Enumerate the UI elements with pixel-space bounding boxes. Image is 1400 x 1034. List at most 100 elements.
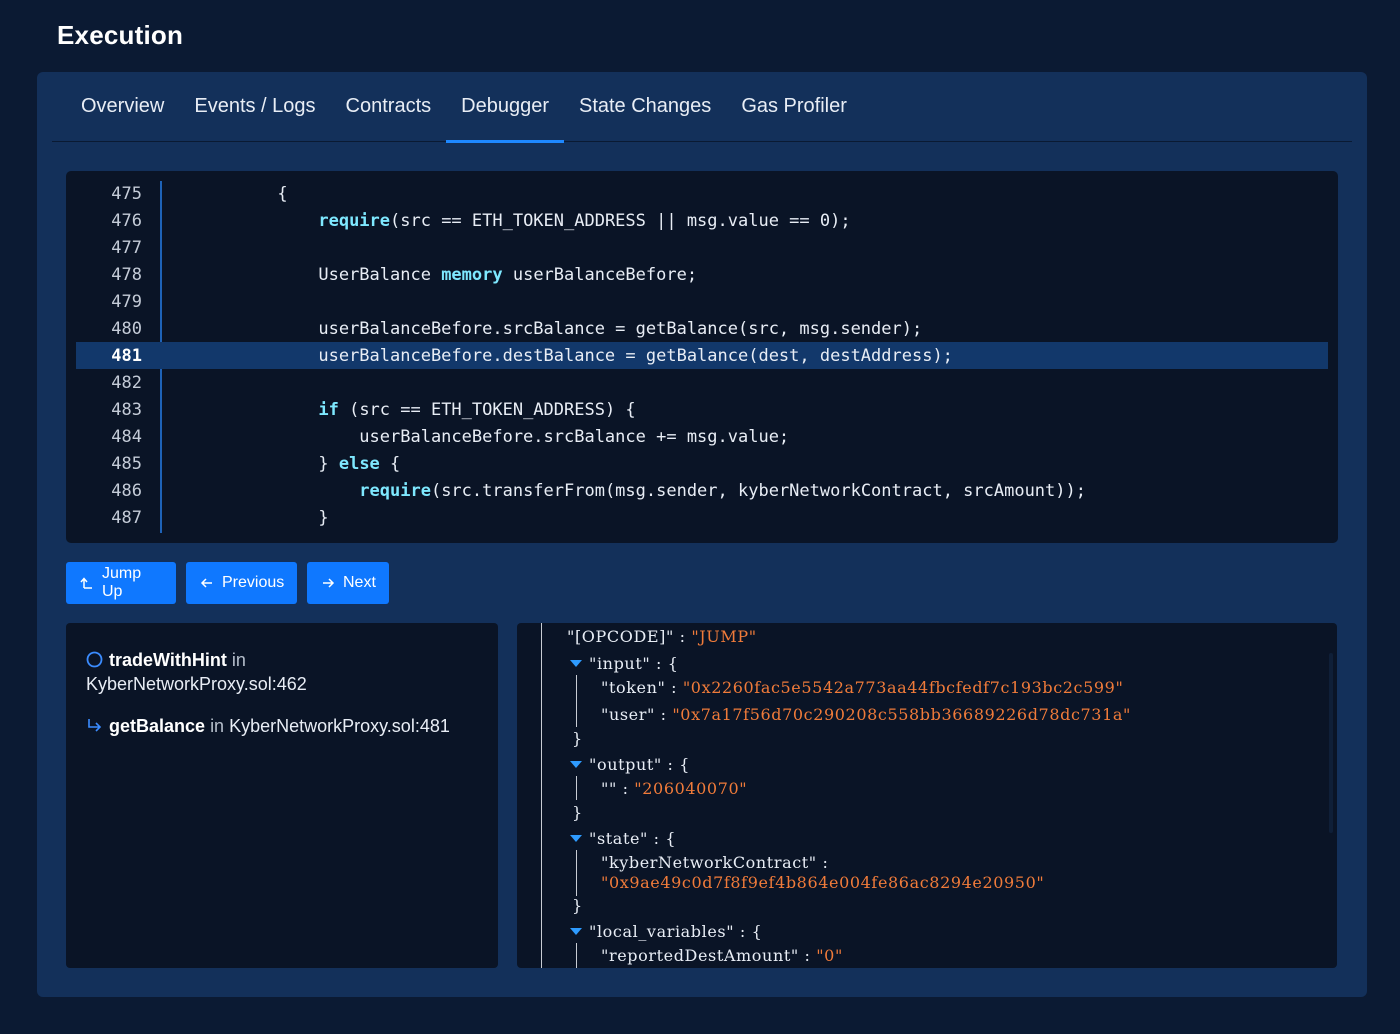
code-line[interactable]: 485 } else { bbox=[76, 450, 1328, 477]
circle-icon bbox=[86, 651, 103, 668]
keyword-token: else bbox=[338, 453, 380, 474]
json-value: "0x9ae49c0d7f8f9ef4b864e004fe86ac8294e20… bbox=[601, 873, 1045, 892]
code-line[interactable]: 483 if (src == ETH_TOKEN_ADDRESS) { bbox=[76, 396, 1328, 423]
line-number[interactable]: 482 bbox=[76, 373, 142, 393]
next-button[interactable]: Next bbox=[307, 562, 389, 604]
collapse-caret-icon[interactable] bbox=[570, 660, 582, 667]
line-number[interactable]: 481 bbox=[76, 346, 142, 366]
keyword-token: require bbox=[359, 480, 431, 501]
json-value: "0x7a17f56d70c290208c558bb36689226d78dc7… bbox=[672, 705, 1131, 724]
code-token: } bbox=[318, 507, 329, 528]
json-key: "local_variables" bbox=[589, 922, 735, 941]
line-number[interactable]: 483 bbox=[76, 400, 142, 420]
line-number[interactable]: 476 bbox=[76, 211, 142, 231]
json-guide-line bbox=[576, 675, 577, 727]
code-token: userBalanceBefore; bbox=[502, 264, 698, 285]
tab-debugger[interactable]: Debugger bbox=[446, 72, 564, 143]
tab-overview[interactable]: Overview bbox=[66, 72, 179, 142]
json-key: "input" bbox=[589, 654, 651, 673]
json-output-value-row: "" : "206040070" bbox=[601, 779, 748, 798]
tab-contracts[interactable]: Contracts bbox=[331, 72, 447, 142]
json-token-row: "token" : "0x2260fac5e5542a773aa44fbcfed… bbox=[601, 678, 1124, 697]
frame-function: getBalance bbox=[109, 716, 206, 736]
collapse-caret-icon[interactable] bbox=[570, 761, 582, 768]
source-code-viewer[interactable]: 475 {476 require(src == ETH_TOKEN_ADDRES… bbox=[66, 171, 1338, 543]
frame-location: KyberNetworkProxy.sol:462 bbox=[86, 674, 307, 694]
code-text: } else { bbox=[142, 454, 400, 474]
code-text: userBalanceBefore.destBalance = getBalan… bbox=[142, 346, 953, 366]
json-value: "JUMP" bbox=[691, 627, 757, 646]
keyword-token: if bbox=[318, 399, 339, 420]
line-number[interactable]: 485 bbox=[76, 454, 142, 474]
page-title: Execution bbox=[57, 20, 184, 50]
code-line[interactable]: 484 userBalanceBefore.srcBalance += msg.… bbox=[76, 423, 1328, 450]
arrow-left-icon bbox=[200, 578, 212, 588]
code-line[interactable]: 480 userBalanceBefore.srcBalance = getBa… bbox=[76, 315, 1328, 342]
code-line[interactable]: 479 bbox=[76, 288, 1328, 315]
keyword-token: memory bbox=[441, 264, 503, 285]
code-text: } bbox=[142, 507, 329, 528]
jump-up-button[interactable]: Jump Up bbox=[66, 562, 176, 604]
code-text: { bbox=[142, 184, 287, 204]
json-guide-line bbox=[576, 776, 577, 800]
code-line[interactable]: 477 bbox=[76, 234, 1328, 261]
code-line[interactable]: 487 } bbox=[76, 504, 1328, 531]
code-line[interactable]: 475 { bbox=[76, 180, 1328, 207]
json-close-brace: } bbox=[572, 803, 583, 822]
tab-state-changes[interactable]: State Changes bbox=[564, 72, 726, 142]
code-text: userBalanceBefore.srcBalance = getBalanc… bbox=[142, 319, 922, 339]
code-line[interactable]: 482 bbox=[76, 369, 1328, 396]
json-close-brace: } bbox=[572, 729, 583, 748]
code-text: require(src == ETH_TOKEN_ADDRESS || msg.… bbox=[142, 211, 850, 231]
next-label: Next bbox=[343, 574, 376, 591]
code-token: userBalanceBefore.destBalance = getBalan… bbox=[318, 345, 953, 366]
line-number[interactable]: 479 bbox=[76, 292, 142, 312]
collapse-caret-icon[interactable] bbox=[570, 835, 582, 842]
line-number[interactable]: 487 bbox=[76, 508, 142, 528]
json-key: "state" bbox=[589, 829, 648, 848]
code-text: userBalanceBefore.srcBalance += msg.valu… bbox=[142, 427, 789, 447]
arrow-right-icon bbox=[323, 578, 335, 588]
json-key: "[OPCODE]" bbox=[567, 627, 674, 646]
collapse-caret-icon[interactable] bbox=[570, 928, 582, 935]
code-text: UserBalance memory userBalanceBefore; bbox=[142, 265, 697, 285]
line-number[interactable]: 484 bbox=[76, 427, 142, 447]
tab-gas-profiler[interactable]: Gas Profiler bbox=[726, 72, 862, 142]
code-token: (src.transferFrom(msg.sender, kyberNetwo… bbox=[430, 480, 1086, 501]
json-value: "0" bbox=[816, 946, 843, 965]
code-line[interactable]: 486 require(src.transferFrom(msg.sender,… bbox=[76, 477, 1328, 504]
code-text: require(src.transferFrom(msg.sender, kyb… bbox=[142, 481, 1086, 501]
json-state-viewer[interactable]: "[OPCODE]" : "JUMP" "input" : { "token" … bbox=[517, 623, 1337, 968]
frame-function: tradeWithHint bbox=[109, 650, 227, 670]
code-token: userBalanceBefore.srcBalance = getBalanc… bbox=[318, 318, 923, 339]
line-number[interactable]: 478 bbox=[76, 265, 142, 285]
json-close-brace: } bbox=[572, 896, 583, 915]
json-key: "reportedDestAmount" bbox=[601, 946, 799, 965]
previous-button[interactable]: Previous bbox=[186, 562, 297, 604]
code-line[interactable]: 481 userBalanceBefore.destBalance = getB… bbox=[76, 342, 1328, 369]
json-guide-line bbox=[541, 623, 542, 968]
tab-events-logs[interactable]: Events / Logs bbox=[179, 72, 330, 142]
code-token: { bbox=[379, 453, 401, 474]
json-opcode-row: "[OPCODE]" : "JUMP" bbox=[567, 627, 757, 646]
line-number[interactable]: 480 bbox=[76, 319, 142, 339]
frame-in: in bbox=[231, 650, 246, 670]
json-output-row: "output" : { bbox=[589, 755, 691, 774]
line-number[interactable]: 486 bbox=[76, 481, 142, 501]
code-line[interactable]: 476 require(src == ETH_TOKEN_ADDRESS || … bbox=[76, 207, 1328, 234]
code-token: UserBalance bbox=[318, 264, 442, 285]
line-number[interactable]: 477 bbox=[76, 238, 142, 258]
json-guide-line bbox=[576, 850, 577, 896]
scrollbar[interactable] bbox=[1329, 653, 1333, 833]
json-user-row: "user" : "0x7a17f56d70c290208c558bb36689… bbox=[601, 705, 1131, 724]
json-value: "0x2260fac5e5542a773aa44fbcfedf7c193bc2c… bbox=[682, 678, 1124, 697]
code-line[interactable]: 478 UserBalance memory userBalanceBefore… bbox=[76, 261, 1328, 288]
code-token: (src == ETH_TOKEN_ADDRESS) { bbox=[338, 399, 636, 420]
stack-frame[interactable]: tradeWithHint in KyberNetworkProxy.sol:4… bbox=[86, 648, 307, 696]
json-key: "" bbox=[601, 779, 617, 798]
line-number[interactable]: 475 bbox=[76, 184, 142, 204]
stack-frame[interactable]: getBalance in KyberNetworkProxy.sol:481 bbox=[86, 714, 450, 738]
